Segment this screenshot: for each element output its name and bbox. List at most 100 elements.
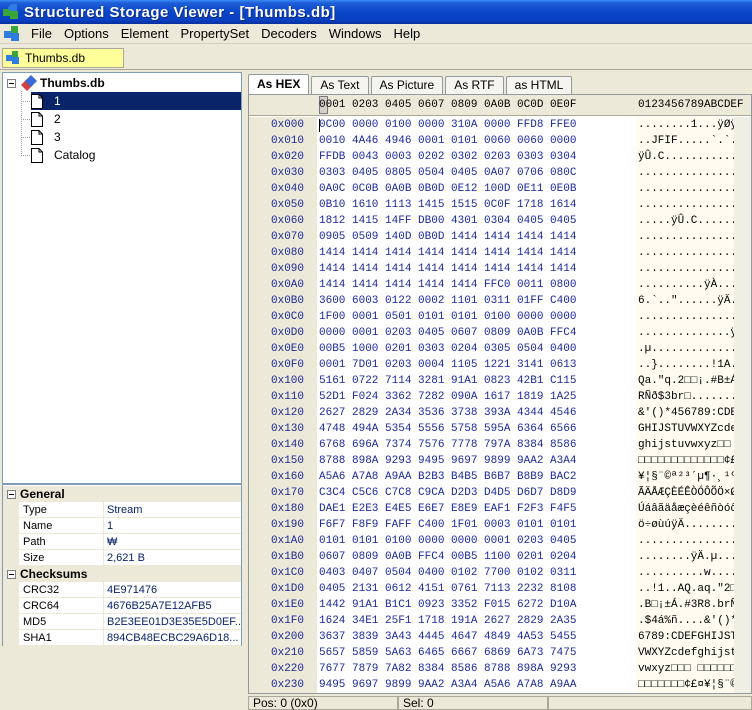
hex-row[interactable]: 0x060 1812 1415 14FF DB00 4301 0304 0405 …: [249, 213, 751, 229]
row-ascii[interactable]: 6.`.."......ÿÄ.: [638, 295, 737, 307]
hex-row[interactable]: 0x120 2627 2829 2A34 3536 3738 393A 4344 …: [249, 405, 751, 421]
hex-row[interactable]: 0x110 52D1 F024 3362 7282 090A 1617 1819 …: [249, 389, 751, 405]
menu-propertyset[interactable]: PropertySet: [174, 24, 255, 44]
collapse-icon[interactable]: [7, 489, 16, 499]
row-ascii[interactable]: ................: [638, 167, 744, 179]
row-ascii[interactable]: ................: [638, 535, 744, 547]
row-hex-bytes[interactable]: 0405 2131 0612 4151 0761 7113 2232 8108: [319, 583, 576, 595]
hex-row[interactable]: 0x000 0C00 0000 0100 0000 310A 0000 FFD8 …: [249, 117, 751, 133]
row-ascii[interactable]: ........1...ÿØÿà: [638, 119, 744, 131]
row-hex-bytes[interactable]: 3600 6003 0122 0002 1101 0311 01FF C400: [319, 295, 576, 307]
row-hex-bytes[interactable]: 1414 1414 1414 1414 1414 1414 1414 1414: [319, 247, 576, 259]
row-ascii[interactable]: ..}........!1A..: [638, 359, 744, 371]
hex-row[interactable]: 0x1F0 1624 34E1 25F1 1718 191A 2627 2829 …: [249, 613, 751, 629]
row-hex-bytes[interactable]: 0C00 0000 0100 0000 310A 0000 FFD8 FFE0: [319, 119, 576, 131]
row-ascii[interactable]: VWXYZcdefghijstu: [638, 647, 744, 659]
row-hex-bytes[interactable]: 5161 0722 7114 3281 91A1 0823 42B1 C115: [319, 375, 576, 387]
hex-row[interactable]: 0x210 5657 5859 5A63 6465 6667 6869 6A73 …: [249, 645, 751, 661]
row-ascii[interactable]: ................: [638, 247, 744, 259]
hex-row[interactable]: 0x180 DAE1 E2E3 E4E5 E6E7 E8E9 EAF1 F2F3 …: [249, 501, 751, 517]
row-ascii[interactable]: GHIJSTUVWXYZcdef: [638, 423, 744, 435]
tab-as-rtf[interactable]: As RTF: [445, 76, 504, 94]
row-ascii[interactable]: ..JFIF.....`.`..: [638, 135, 744, 147]
hex-row[interactable]: 0x080 1414 1414 1414 1414 1414 1414 1414 …: [249, 245, 751, 261]
row-ascii[interactable]: ................: [638, 199, 744, 211]
row-ascii[interactable]: .....ÿÛ.C.......: [638, 215, 744, 227]
hex-row[interactable]: 0x1D0 0405 2131 0612 4151 0761 7113 2232 …: [249, 581, 751, 597]
row-hex-bytes[interactable]: 0403 0407 0504 0400 0102 7700 0102 0311: [319, 567, 576, 579]
menu-help[interactable]: Help: [388, 24, 427, 44]
row-ascii[interactable]: .$4á%ñ....&'()*5: [638, 615, 744, 627]
hex-row[interactable]: 0x070 0905 0509 140D 0B0D 1414 1414 1414 …: [249, 229, 751, 245]
row-ascii[interactable]: ................: [638, 183, 744, 195]
row-ascii[interactable]: RÑð$3br□.......%: [638, 391, 744, 403]
hex-row[interactable]: 0x1E0 1442 91A1 B1C1 0923 3352 F015 6272 …: [249, 597, 751, 613]
property-row-sha1[interactable]: SHA1 894CB48ECBC29A6D18...: [3, 630, 241, 646]
hex-row[interactable]: 0x040 0A0C 0C0B 0A0B 0B0D 0E12 100D 0E11 …: [249, 181, 751, 197]
vertical-scrollbar[interactable]: [734, 117, 751, 693]
hex-row[interactable]: 0x140 6768 696A 7374 7576 7778 797A 8384 …: [249, 437, 751, 453]
row-ascii[interactable]: ........ÿÄ.µ....: [638, 551, 744, 563]
hex-row[interactable]: 0x150 8788 898A 9293 9495 9697 9899 9AA2 …: [249, 453, 751, 469]
hex-row[interactable]: 0x220 7677 7879 7A82 8384 8586 8788 898A …: [249, 661, 751, 677]
row-ascii[interactable]: ..!1..AQ.aq."2□.: [638, 583, 744, 595]
row-ascii[interactable]: □□□□□□□¢£¤¥¦§¨©ª: [638, 679, 744, 691]
hex-row[interactable]: 0x0F0 0001 7D01 0203 0004 1105 1221 3141 …: [249, 357, 751, 373]
row-hex-bytes[interactable]: 0B10 1610 1113 1415 1515 0C0F 1718 1614: [319, 199, 576, 211]
hex-row[interactable]: 0x160 A5A6 A7A8 A9AA B2B3 B4B5 B6B7 B8B9 …: [249, 469, 751, 485]
row-hex-bytes[interactable]: 8788 898A 9293 9495 9697 9899 9AA2 A3A4: [319, 455, 576, 467]
row-hex-bytes[interactable]: 0010 4A46 4946 0001 0101 0060 0060 0000: [319, 135, 576, 147]
row-hex-bytes[interactable]: 7677 7879 7A82 8384 8586 8788 898A 9293: [319, 663, 576, 675]
row-hex-bytes[interactable]: 1812 1415 14FF DB00 4301 0304 0405 0405: [319, 215, 576, 227]
row-hex-bytes[interactable]: 1F00 0001 0501 0101 0101 0100 0000 0000: [319, 311, 576, 323]
menu-element[interactable]: Element: [115, 24, 175, 44]
row-hex-bytes[interactable]: F6F7 F8F9 FAFF C400 1F01 0003 0101 0101: [319, 519, 576, 531]
row-ascii[interactable]: ..........w.....: [638, 567, 744, 579]
hex-row[interactable]: 0x0A0 1414 1414 1414 1414 1414 FFC0 0011 …: [249, 277, 751, 293]
menu-file[interactable]: File: [25, 24, 58, 44]
row-hex-bytes[interactable]: DAE1 E2E3 E4E5 E6E7 E8E9 EAF1 F2F3 F4F5: [319, 503, 576, 515]
row-hex-bytes[interactable]: 0303 0405 0805 0504 0405 0A07 0706 080C: [319, 167, 576, 179]
row-ascii[interactable]: 6789:CDEFGHIJSTU: [638, 631, 744, 643]
row-hex-bytes[interactable]: 0905 0509 140D 0B0D 1414 1414 1414 1414: [319, 231, 576, 243]
tab-as-html[interactable]: as HTML: [505, 76, 573, 94]
row-ascii[interactable]: Úáâãäåæçèéêñòóôõ: [638, 503, 744, 515]
hex-row[interactable]: 0x100 5161 0722 7114 3281 91A1 0823 42B1 …: [249, 373, 751, 389]
hex-view[interactable]: 0001 0203 0405 0607 0809 0A0B 0C0D 0E0F …: [248, 94, 752, 694]
row-hex-bytes[interactable]: 0000 0001 0203 0405 0607 0809 0A0B FFC4: [319, 327, 576, 339]
row-hex-bytes[interactable]: FFDB 0043 0003 0202 0302 0203 0303 0304: [319, 151, 576, 163]
property-row-md5[interactable]: MD5 B2E3EE01D3E35E5D0EF...: [3, 614, 241, 630]
hex-row[interactable]: 0x030 0303 0405 0805 0504 0405 0A07 0706 …: [249, 165, 751, 181]
property-row-name[interactable]: Name 1: [3, 518, 241, 534]
row-hex-bytes[interactable]: 1414 1414 1414 1414 1414 FFC0 0011 0800: [319, 279, 576, 291]
row-ascii[interactable]: ................: [638, 311, 744, 323]
hex-row[interactable]: 0x090 1414 1414 1414 1414 1414 1414 1414 …: [249, 261, 751, 277]
row-hex-bytes[interactable]: 1414 1414 1414 1414 1414 1414 1414 1414: [319, 263, 576, 275]
tree-item-3[interactable]: 3: [31, 128, 64, 146]
hex-row[interactable]: 0x190 F6F7 F8F9 FAFF C400 1F01 0003 0101 …: [249, 517, 751, 533]
row-ascii[interactable]: ..............ÿÄ: [638, 327, 744, 339]
category-checksums[interactable]: Checksums: [3, 566, 241, 582]
hex-row[interactable]: 0x020 FFDB 0043 0003 0202 0302 0203 0303 …: [249, 149, 751, 165]
property-row-crc64[interactable]: CRC64 4676B25A7E12AFB5: [3, 598, 241, 614]
collapse-icon[interactable]: [7, 569, 16, 579]
row-hex-bytes[interactable]: 4748 494A 5354 5556 5758 595A 6364 6566: [319, 423, 576, 435]
category-general[interactable]: General: [3, 486, 241, 502]
row-hex-bytes[interactable]: 3637 3839 3A43 4445 4647 4849 4A53 5455: [319, 631, 576, 643]
tab-as-text[interactable]: As Text: [311, 76, 369, 94]
row-hex-bytes[interactable]: 2627 2829 2A34 3536 3738 393A 4344 4546: [319, 407, 576, 419]
hex-row[interactable]: 0x1C0 0403 0407 0504 0400 0102 7700 0102 …: [249, 565, 751, 581]
property-row-path[interactable]: Path ₩: [3, 534, 241, 550]
row-ascii[interactable]: ..........ÿÀ....: [638, 279, 744, 291]
tree-item-1[interactable]: 1: [31, 92, 241, 110]
puzzle-menu-icon[interactable]: [3, 25, 21, 43]
document-tab[interactable]: Thumbs.db: [2, 48, 124, 68]
row-hex-bytes[interactable]: 1624 34E1 25F1 1718 191A 2627 2829 2A35: [319, 615, 576, 627]
row-ascii[interactable]: ................: [638, 231, 744, 243]
hex-row[interactable]: 0x1A0 0101 0101 0100 0000 0000 0001 0203 …: [249, 533, 751, 549]
row-ascii[interactable]: .µ..............: [638, 343, 744, 355]
tree-item-catalog[interactable]: Catalog: [31, 146, 98, 164]
row-hex-bytes[interactable]: 00B5 1000 0201 0303 0204 0305 0504 0400: [319, 343, 576, 355]
tab-as-hex[interactable]: As HEX: [248, 74, 310, 94]
row-ascii[interactable]: ö÷øùúÿÄ.........: [638, 519, 744, 531]
